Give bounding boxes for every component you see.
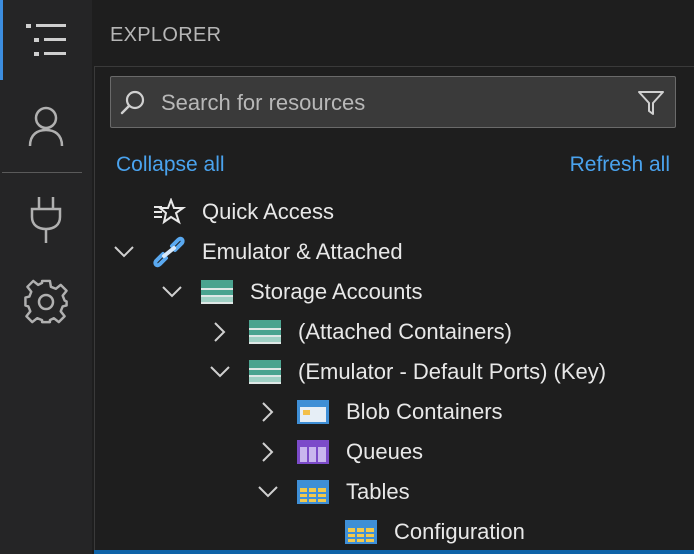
storage-account-icon xyxy=(248,357,282,387)
chevron-down-icon[interactable] xyxy=(208,352,232,392)
chevron-down-icon[interactable] xyxy=(112,232,136,272)
chevron-down-icon[interactable] xyxy=(160,272,184,312)
filter-icon[interactable] xyxy=(637,89,665,117)
chevron-right-icon[interactable] xyxy=(256,392,280,432)
tree-item-label: Storage Accounts xyxy=(250,279,423,304)
chevron-right-icon[interactable] xyxy=(208,312,232,352)
chevron-right-icon[interactable] xyxy=(256,432,280,472)
queue-icon xyxy=(296,437,330,467)
tree-item-label: Queues xyxy=(346,439,424,464)
storage-account-icon xyxy=(248,317,282,347)
tree-item-tables[interactable]: Tables xyxy=(96,472,694,512)
tree-item-label: (Attached Containers) xyxy=(298,319,512,344)
search-icon xyxy=(120,90,145,115)
tree-item-configuration[interactable]: Configuration xyxy=(96,512,694,552)
gear-icon xyxy=(24,279,68,324)
account-button[interactable] xyxy=(0,86,92,166)
quick-access-icon xyxy=(152,197,186,227)
tree-item-label: (Emulator - Default Ports) (Key) xyxy=(298,359,607,384)
activity-separator xyxy=(2,172,82,173)
plug-icon xyxy=(30,197,62,243)
panel-divider xyxy=(94,66,694,67)
panel-left-divider xyxy=(94,66,95,554)
tree-item-label: Emulator & Attached xyxy=(202,239,403,264)
blob-container-icon xyxy=(296,397,330,427)
tree-item-label: Blob Containers xyxy=(346,399,503,424)
explorer-button[interactable] xyxy=(0,0,92,80)
storage-account-icon xyxy=(200,277,234,307)
tree-item-label: Configuration xyxy=(394,519,525,544)
search-input[interactable] xyxy=(159,85,633,121)
chevron-down-icon[interactable] xyxy=(256,472,280,512)
explorer-icon xyxy=(26,24,66,56)
tree-item-label: Tables xyxy=(346,479,410,504)
tree-item-attached-containers[interactable]: (Attached Containers) xyxy=(96,312,694,352)
tree-item-storage-accounts[interactable]: Storage Accounts xyxy=(96,272,694,312)
panel-title: EXPLORER xyxy=(110,24,222,46)
account-icon xyxy=(28,106,64,147)
tree-item-emulator-default-ports[interactable]: (Emulator - Default Ports) (Key) xyxy=(96,352,694,392)
tree-item-queues[interactable]: Queues xyxy=(96,432,694,472)
tree-item-emulator-attached[interactable]: Emulator & Attached xyxy=(96,232,694,272)
refresh-all-link[interactable]: Refresh all xyxy=(570,150,670,180)
tree-item-quick-access[interactable]: Quick Access xyxy=(96,192,694,232)
tree-item-blob-containers[interactable]: Blob Containers xyxy=(96,392,694,432)
activity-bar xyxy=(0,0,92,554)
collapse-all-link[interactable]: Collapse all xyxy=(116,150,225,180)
search-box xyxy=(110,76,676,128)
table-icon xyxy=(296,477,330,507)
settings-button[interactable] xyxy=(0,262,92,342)
table-icon xyxy=(344,517,378,547)
selection-accent xyxy=(94,550,694,554)
connect-button[interactable] xyxy=(0,180,92,260)
link-icon xyxy=(152,236,186,268)
tree-item-label: Quick Access xyxy=(202,199,335,224)
